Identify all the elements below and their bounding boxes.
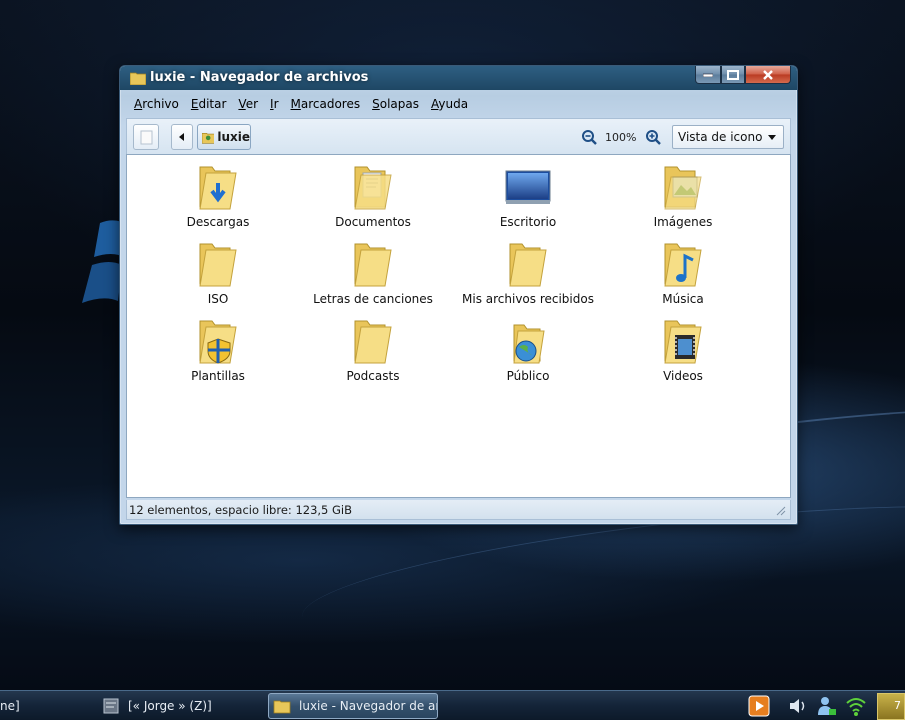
file-name: ISO: [207, 292, 229, 306]
back-button[interactable]: [171, 124, 193, 150]
file-name: Plantillas: [191, 369, 245, 383]
public-folder-icon: [513, 324, 545, 364]
taskbar-item-active[interactable]: luxie - Navegador de ar...: [268, 693, 438, 719]
media-player-icon[interactable]: [748, 695, 770, 717]
menu-ver[interactable]: Ver: [238, 97, 258, 111]
menu-editar[interactable]: Editar: [191, 97, 227, 111]
zoom-out-icon[interactable]: [581, 129, 597, 145]
file-view[interactable]: Descargas Documentos Escritorio Imágenes…: [126, 154, 791, 498]
file-item[interactable]: Imágenes: [608, 163, 758, 235]
breadcrumb-label: luxie: [217, 130, 250, 144]
file-item[interactable]: Descargas: [143, 163, 293, 235]
file-name: Mis archivos recibidos: [462, 292, 594, 306]
file-item[interactable]: Documentos: [298, 163, 448, 235]
file-item[interactable]: Letras de canciones: [298, 240, 448, 312]
file-item[interactable]: ISO: [143, 240, 293, 312]
file-manager-window: luxie - Navegador de archivos Archivo Ed…: [119, 65, 798, 525]
maximize-icon: [727, 69, 739, 80]
resize-grip-icon[interactable]: [774, 504, 786, 516]
file-item[interactable]: Escritorio: [453, 163, 603, 235]
file-name: Descargas: [186, 215, 250, 229]
view-mode-select[interactable]: Vista de icono: [672, 125, 784, 149]
chevron-left-icon: [179, 133, 184, 141]
menu-solapas[interactable]: Solapas: [372, 97, 419, 111]
tray-badge-count: 7: [894, 699, 901, 712]
taskbar: ne] [« Jorge » (Z)] luxie - Navegador de…: [0, 690, 905, 720]
folder-icon: [273, 700, 291, 714]
volume-icon[interactable]: [787, 695, 809, 717]
minimize-button[interactable]: [695, 66, 721, 84]
taskbar-item-label: ne]: [0, 699, 20, 713]
title-bar[interactable]: luxie - Navegador de archivos: [120, 66, 797, 90]
menu-ayuda[interactable]: Ayuda: [431, 97, 468, 111]
home-folder-icon: [202, 132, 215, 144]
file-item[interactable]: Mis archivos recibidos: [453, 240, 603, 312]
file-name: Podcasts: [346, 369, 400, 383]
window-title: luxie - Navegador de archivos: [150, 70, 369, 85]
file-item[interactable]: Videos: [608, 317, 758, 389]
view-mode-label: Vista de icono: [678, 130, 763, 144]
chevron-down-icon: [768, 135, 776, 140]
maximize-button[interactable]: [721, 66, 745, 84]
folder-icon: [354, 320, 392, 364]
file-name: Escritorio: [499, 215, 557, 229]
file-name: Música: [662, 292, 704, 306]
file-item[interactable]: Podcasts: [298, 317, 448, 389]
minimize-icon: [703, 73, 713, 77]
menu-marcadores[interactable]: Marcadores: [291, 97, 361, 111]
status-text: 12 elementos, espacio libre: 123,5 GiB: [129, 503, 353, 517]
taskbar-item[interactable]: ne]: [0, 693, 40, 719]
taskbar-item[interactable]: [« Jorge » (Z)]: [102, 693, 262, 719]
folder-icon: [354, 243, 392, 287]
videos-folder-icon: [664, 320, 702, 364]
file-name: Videos: [663, 369, 703, 383]
terminal-icon: [103, 698, 119, 714]
close-icon: [763, 69, 773, 80]
menu-bar: Archivo Editar Ver Ir Marcadores Solapas…: [126, 92, 791, 116]
tray-update-badge[interactable]: 7: [877, 693, 905, 720]
downloads-folder-icon: [199, 166, 237, 210]
toolbar: luxie 100% Vista de icono: [126, 118, 791, 154]
breadcrumb-home[interactable]: luxie: [197, 124, 251, 150]
zoom-in-icon[interactable]: [645, 129, 661, 145]
file-name: Letras de canciones: [313, 292, 433, 306]
pictures-folder-icon: [664, 166, 702, 210]
desktop-icon: [505, 170, 551, 204]
folder-icon: [509, 243, 547, 287]
taskbar-item-label: [« Jorge » (Z)]: [128, 699, 212, 713]
file-item[interactable]: Público: [453, 317, 603, 389]
templates-folder-icon: [199, 320, 237, 364]
taskbar-item-label: luxie - Navegador de ar...: [299, 699, 438, 713]
window-controls: [695, 66, 791, 84]
close-button[interactable]: [745, 66, 791, 84]
file-item[interactable]: Plantillas: [143, 317, 293, 389]
wifi-icon[interactable]: [845, 695, 867, 717]
menu-ir[interactable]: Ir: [270, 97, 278, 111]
file-name: Documentos: [335, 215, 411, 229]
status-bar: 12 elementos, espacio libre: 123,5 GiB: [126, 500, 791, 520]
music-folder-icon: [664, 243, 702, 287]
folder-icon: [199, 243, 237, 287]
file-name: Público: [506, 369, 550, 383]
menu-archivo[interactable]: Archivo: [134, 97, 179, 111]
zoom-level: 100%: [605, 131, 637, 144]
file-item[interactable]: Música: [608, 240, 758, 312]
documents-folder-icon: [354, 166, 392, 210]
file-name: Imágenes: [653, 215, 713, 229]
blank-page-icon: [140, 130, 153, 145]
folder-icon: [130, 72, 146, 85]
new-tab-button[interactable]: [133, 124, 159, 150]
user-status-icon[interactable]: [815, 695, 837, 717]
